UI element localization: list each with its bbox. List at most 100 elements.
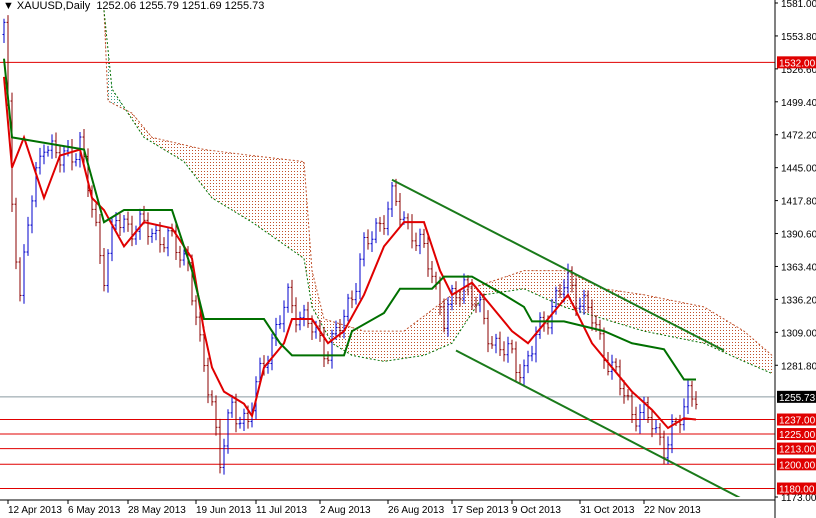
ichimoku-cloud-segment <box>180 143 184 162</box>
ichimoku-cloud-segment <box>532 270 536 295</box>
ichimoku-cloud-segment <box>668 299 672 337</box>
ichimoku-cloud-segment <box>684 302 688 341</box>
ichimoku-cloud-segment <box>500 277 504 293</box>
chart-header: ▼ XAUUSD,Daily 1252.06 1255.79 1251.69 1255.… <box>3 0 267 12</box>
ichimoku-cloud-segment <box>340 323 344 351</box>
time-tick-label: 17 Sep 2013 <box>452 505 509 516</box>
ichimoku-cloud-segment <box>288 159 292 251</box>
ichimoku-cloud-segment <box>304 161 308 283</box>
ichimoku-cloud-segment <box>732 323 736 358</box>
ichimoku-cloud-segment <box>356 328 360 357</box>
ichimoku-cloud-segment <box>268 157 272 237</box>
ichimoku-cloud-segment <box>196 147 200 183</box>
symbol-label: XAUUSD,Daily <box>16 0 91 12</box>
ichimoku-cloud-segment <box>688 303 692 341</box>
ichimoku-cloud-segment <box>284 159 288 248</box>
ichimoku-cloud-segment <box>520 270 524 290</box>
ichimoku-cloud-segment <box>240 154 244 218</box>
time-tick-label: 12 Apr 2013 <box>8 505 62 516</box>
ichimoku-cloud-segment <box>280 158 284 245</box>
symbol-dropdown-icon[interactable]: ▼ <box>3 0 14 12</box>
ichimoku-cloud-segment <box>188 145 192 172</box>
ichimoku-cloud-segment <box>228 152 232 211</box>
time-tick-label: 22 Nov 2013 <box>644 505 701 516</box>
ichimoku-cloud-segment <box>752 338 756 367</box>
ichimoku-cloud-segment <box>640 294 644 332</box>
ichimoku-cloud-segment <box>744 331 748 364</box>
ichimoku-cloud-segment <box>564 270 568 309</box>
level-price-tag: 1213.00 <box>779 445 816 456</box>
ichimoku-cloud-segment <box>216 151 220 203</box>
time-tick-label: 9 Oct 2013 <box>512 505 561 516</box>
ichimoku-cloud-segment <box>440 300 444 349</box>
ichimoku-cloud-segment <box>244 154 248 220</box>
price-tick-label: 1553.80 <box>781 32 816 43</box>
plot-area <box>0 10 775 497</box>
open-value: 1252.06 <box>96 0 137 12</box>
ichimoku-cloud-segment <box>456 292 460 338</box>
ichimoku-cloud-segment <box>728 321 732 356</box>
ichimoku-cloud-segment <box>200 148 204 188</box>
ichimoku-cloud-segment <box>548 270 552 302</box>
ichimoku-cloud-segment <box>556 270 560 306</box>
ichimoku-cloud-segment <box>108 49 112 104</box>
ichimoku-cloud-segment <box>736 326 740 360</box>
time-tick-label: 31 Oct 2013 <box>580 505 635 516</box>
ichimoku-cloud-segment <box>584 279 588 315</box>
ichimoku-cloud-segment <box>516 271 520 290</box>
ichimoku-cloud-segment <box>544 270 548 300</box>
ichimoku-cloud-segment <box>708 309 712 347</box>
price-tick-label: 1472.20 <box>781 131 816 142</box>
ichimoku-cloud-segment <box>748 334 752 365</box>
level-price-tag: 1180.00 <box>779 485 815 496</box>
ichimoku-cloud-segment <box>316 286 320 322</box>
ichimoku-cloud-segment <box>208 150 212 198</box>
ichimoku-cloud-segment <box>524 270 528 291</box>
level-price-tag: 1225.00 <box>779 430 816 441</box>
price-tick-label: 1336.20 <box>781 295 816 306</box>
ichimoku-cloud-segment <box>552 270 556 304</box>
ichimoku-cloud-segment <box>252 155 256 225</box>
price-chart[interactable]: 1581.001553.801526.601499.401472.201445.… <box>0 0 816 518</box>
level-price-tag: 1532.00 <box>779 58 816 69</box>
ichimoku-cloud-segment <box>292 160 296 253</box>
ichimoku-cloud-segment <box>112 88 116 106</box>
ichimoku-cloud-segment <box>596 285 600 318</box>
price-tick-label: 1309.00 <box>781 328 816 339</box>
ichimoku-cloud-segment <box>176 142 180 160</box>
close-value: 1255.73 <box>224 0 265 12</box>
ichimoku-cloud-segment <box>448 294 452 345</box>
time-tick-label: 2 Aug 2013 <box>320 505 371 516</box>
ichimoku-cloud-segment <box>236 153 240 215</box>
ichimoku-cloud-segment <box>576 276 580 312</box>
ichimoku-cloud-segment <box>436 303 440 351</box>
ichimoku-cloud-segment <box>444 297 448 347</box>
ichimoku-cloud-segment <box>232 153 236 213</box>
ichimoku-cloud-segment <box>760 344 764 371</box>
ichimoku-cloud-segment <box>404 328 408 359</box>
ichimoku-cloud-segment <box>632 292 636 329</box>
ichimoku-cloud-segment <box>432 306 436 352</box>
ichimoku-cloud-segment <box>756 341 760 369</box>
ichimoku-cloud-segment <box>716 314 720 351</box>
ichimoku-cloud-segment <box>360 329 364 358</box>
ichimoku-cloud-segment <box>712 311 716 349</box>
price-tick-label: 1417.80 <box>781 197 816 208</box>
ichimoku-cloud-segment <box>172 142 176 157</box>
ichimoku-cloud-segment <box>536 270 540 297</box>
ichimoku-cloud-segment <box>508 274 512 292</box>
ichimoku-cloud-segment <box>276 158 280 242</box>
ichimoku-cloud-segment <box>248 155 252 223</box>
ichimoku-cloud-segment <box>372 331 376 360</box>
ichimoku-cloud-segment <box>676 301 680 339</box>
level-price-tag: 1237.00 <box>779 416 816 427</box>
ichimoku-cloud-segment <box>580 277 584 313</box>
ichimoku-cloud-segment <box>636 293 640 330</box>
ichimoku-cloud-segment <box>672 300 676 338</box>
ichimoku-cloud-segment <box>664 298 668 336</box>
ichimoku-cloud-segment <box>588 281 592 316</box>
ichimoku-cloud-segment <box>416 319 420 357</box>
level-price-tag: 1200.00 <box>779 460 816 471</box>
price-tick-label: 1363.40 <box>781 262 816 273</box>
ichimoku-cloud-segment <box>724 319 728 355</box>
